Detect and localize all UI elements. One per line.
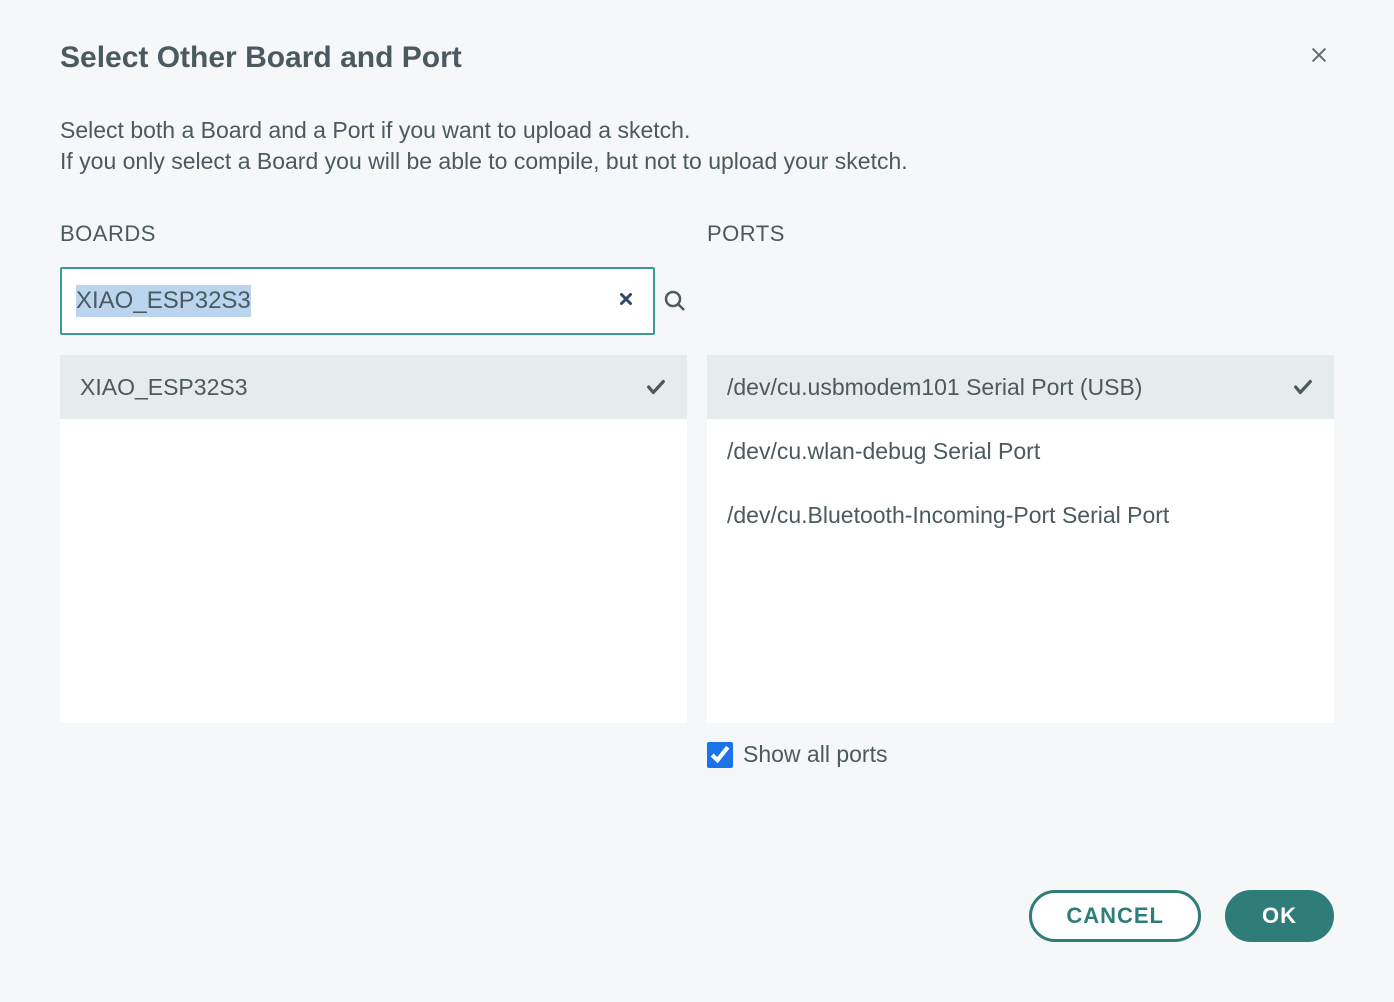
port-list-item[interactable]: /dev/cu.usbmodem101 Serial Port (USB) (707, 355, 1334, 419)
close-button[interactable] (1304, 40, 1334, 75)
search-icon (663, 289, 687, 313)
ok-button[interactable]: OK (1225, 890, 1334, 942)
port-item-label: /dev/cu.Bluetooth-Incoming-Port Serial P… (727, 502, 1169, 529)
check-icon (645, 376, 667, 398)
boards-column: BOARDS XIAO_ESP32S3 XIAO_ESP32S3 (60, 221, 687, 768)
board-port-dialog: Select Other Board and Port Select both … (0, 0, 1394, 1002)
dialog-description: Select both a Board and a Port if you wa… (60, 115, 1334, 177)
check-icon (1292, 376, 1314, 398)
ports-list[interactable]: /dev/cu.usbmodem101 Serial Port (USB) /d… (707, 355, 1334, 723)
show-all-ports-row[interactable]: Show all ports (707, 741, 1334, 768)
boards-search-box[interactable]: XIAO_ESP32S3 (60, 267, 655, 335)
show-all-ports-checkbox[interactable] (707, 742, 733, 768)
dialog-buttons: CANCEL OK (1029, 890, 1334, 942)
port-list-item[interactable]: /dev/cu.Bluetooth-Incoming-Port Serial P… (707, 483, 1334, 547)
cancel-button[interactable]: CANCEL (1029, 890, 1201, 942)
boards-header: BOARDS (60, 221, 687, 247)
clear-search-button[interactable] (613, 284, 639, 318)
boards-search-input[interactable]: XIAO_ESP32S3 (76, 285, 251, 317)
boards-list[interactable]: XIAO_ESP32S3 (60, 355, 687, 723)
board-list-item[interactable]: XIAO_ESP32S3 (60, 355, 687, 419)
dialog-desc-line1: Select both a Board and a Port if you wa… (60, 115, 1334, 146)
close-icon (1308, 44, 1330, 66)
boards-search-row: XIAO_ESP32S3 (60, 267, 687, 335)
port-item-label: /dev/cu.wlan-debug Serial Port (727, 438, 1040, 465)
dialog-title: Select Other Board and Port (60, 41, 462, 75)
port-item-label: /dev/cu.usbmodem101 Serial Port (USB) (727, 374, 1142, 401)
show-all-ports-label: Show all ports (743, 741, 887, 768)
dialog-header: Select Other Board and Port (60, 40, 1334, 75)
board-item-label: XIAO_ESP32S3 (80, 374, 248, 401)
columns: BOARDS XIAO_ESP32S3 XIAO_ESP32S3 (60, 221, 1334, 768)
ports-column: PORTS /dev/cu.usbmodem101 Serial Port (U… (707, 221, 1334, 768)
x-icon (617, 290, 635, 308)
ports-header: PORTS (707, 221, 1334, 247)
port-list-item[interactable]: /dev/cu.wlan-debug Serial Port (707, 419, 1334, 483)
dialog-desc-line2: If you only select a Board you will be a… (60, 146, 1334, 177)
